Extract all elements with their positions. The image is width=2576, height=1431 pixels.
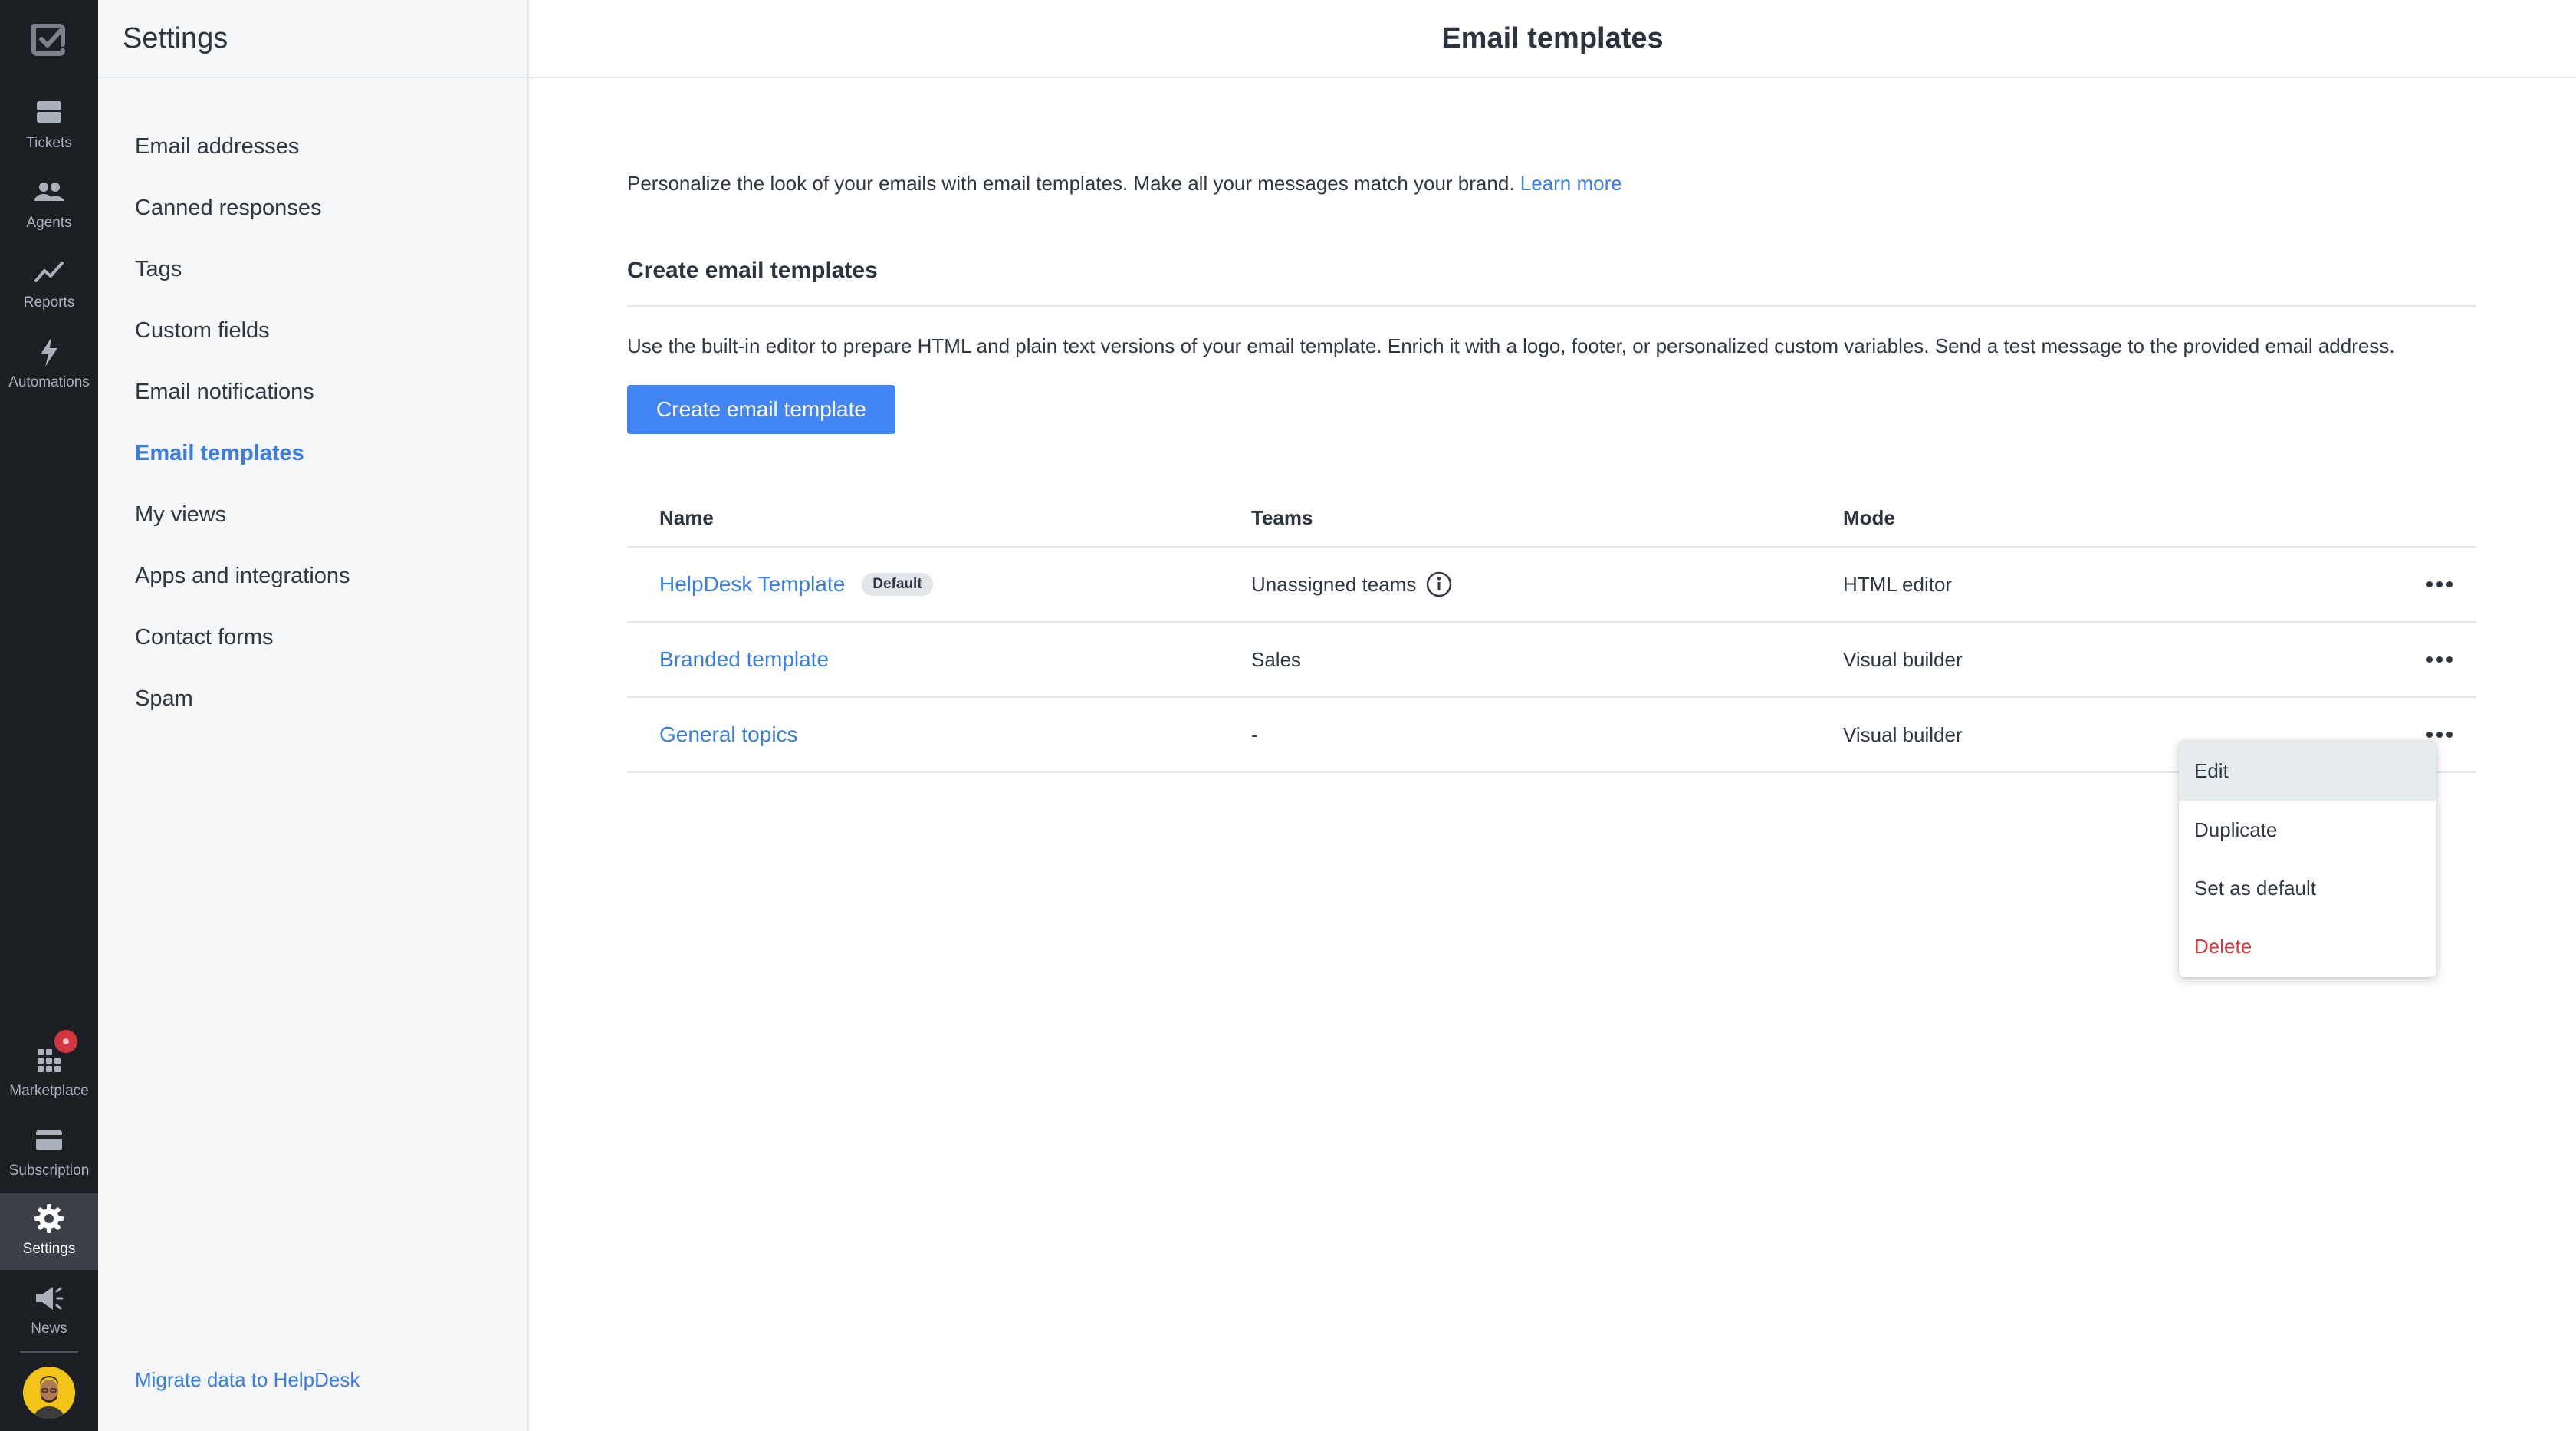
reports-icon [34,262,64,282]
rail-label-settings: Settings [22,1241,76,1257]
news-icon [36,1287,64,1310]
table-row: Branded template Sales Visual builder [627,623,2476,698]
header-mode: Mode [1843,506,1895,529]
settings-sidebar: Settings Email addresses Canned response… [98,0,529,1431]
migrate-data-link[interactable]: Migrate data to HelpDesk [135,1368,360,1392]
rail-item-agents[interactable]: Agents [0,167,98,244]
section-title: Create email templates [627,258,2476,307]
row-more-options-button[interactable] [2423,569,2456,600]
rail-label-reports: Reports [23,294,75,311]
more-horizontal-icon [2426,656,2453,663]
row-mode-cell: Visual builder [1843,623,1963,696]
row-mode-cell: HTML editor [1843,548,1952,621]
rail-label-tickets: Tickets [26,135,72,151]
settings-item-my-views[interactable]: My views [135,492,350,554]
more-horizontal-icon [2426,581,2453,587]
subscription-icon [36,1130,62,1150]
template-teams: Sales [1251,647,1302,671]
avatar-face-icon [23,1367,75,1419]
settings-item-spam[interactable]: Spam [135,676,350,738]
main-panel: Email templates Personalize the look of … [529,0,2576,1431]
template-name-link[interactable]: HelpDesk Template [659,572,845,597]
learn-more-link[interactable]: Learn more [1520,172,1622,195]
settings-item-tags[interactable]: Tags [135,247,350,308]
settings-item-email-notifications[interactable]: Email notifications [135,370,350,431]
row-teams-cell: Sales [1251,623,1301,696]
settings-nav: Email addresses Canned responses Tags Cu… [135,124,350,738]
section-description: Use the built-in editor to prepare HTML … [627,334,2395,357]
rail-label-marketplace: Marketplace [9,1083,89,1099]
intro-description: Personalize the look of your emails with… [627,172,1515,195]
settings-item-email-addresses[interactable]: Email addresses [135,124,350,186]
notification-badge [52,1028,80,1055]
table-header: Name Teams Mode [627,492,2476,548]
settings-item-contact-forms[interactable]: Contact forms [135,615,350,676]
helpdesk-logo-icon[interactable] [28,18,71,61]
menu-item-delete[interactable]: Delete [2179,917,2436,975]
user-avatar[interactable] [23,1367,75,1419]
row-mode-cell: Visual builder [1843,698,1963,771]
row-teams-cell: - [1251,698,1258,771]
row-teams-cell: Unassigned teams [1251,548,1453,621]
table-row: HelpDesk Template Default Unassigned tea… [627,548,2476,623]
templates-table: Name Teams Mode HelpDesk Template Defaul… [627,492,2476,773]
row-name-cell: Branded template [659,623,829,696]
settings-title: Settings [98,0,527,78]
template-mode: HTML editor [1843,572,1953,596]
row-name-cell: HelpDesk Template Default [659,548,933,621]
rail-item-subscription[interactable]: Subscription [0,1115,98,1192]
tickets-icon [37,101,61,123]
create-email-template-button[interactable]: Create email template [627,385,895,434]
template-mode: Visual builder [1843,722,1963,746]
menu-item-duplicate[interactable]: Duplicate [2179,801,2436,859]
rail-label-subscription: Subscription [8,1163,90,1179]
intro-text: Personalize the look of your emails with… [627,172,1622,196]
menu-item-set-as-default[interactable]: Set as default [2179,859,2436,917]
header-name[interactable]: Name [659,506,714,530]
settings-icon [34,1204,64,1233]
menu-item-edit[interactable]: Edit [2179,741,2436,801]
rail-item-tickets[interactable]: Tickets [0,87,98,164]
template-name-link[interactable]: General topics [659,722,798,747]
template-teams: Unassigned teams [1251,572,1417,596]
rail-divider [20,1351,78,1353]
default-badge: Default [862,573,933,596]
rail-item-news[interactable]: News [0,1273,98,1350]
settings-item-canned-responses[interactable]: Canned responses [135,186,350,247]
rail-label-agents: Agents [26,215,72,231]
row-more-options-button[interactable] [2423,644,2456,675]
settings-item-email-templates[interactable]: Email templates [135,431,350,492]
template-mode: Visual builder [1843,647,1963,671]
template-teams: - [1251,722,1258,746]
rail-label-news: News [31,1321,67,1337]
page-title: Email templates [529,0,2576,78]
rail-item-reports[interactable]: Reports [0,247,98,324]
automations-icon [41,337,58,367]
row-name-cell: General topics [659,698,798,771]
info-icon[interactable] [1425,571,1453,598]
app-rail: Tickets Agents Reports Automations Marke… [0,0,98,1431]
template-name-link[interactable]: Branded template [659,647,829,672]
row-actions-menu: Edit Duplicate Set as default Delete [2179,741,2436,977]
rail-label-automations: Automations [8,374,90,390]
more-horizontal-icon [2426,732,2453,738]
rail-item-marketplace[interactable]: Marketplace [0,1028,98,1112]
rail-item-automations[interactable]: Automations [0,327,98,403]
agents-icon [34,183,64,201]
rail-item-settings[interactable]: Settings [0,1193,98,1270]
settings-item-custom-fields[interactable]: Custom fields [135,308,350,370]
header-teams: Teams [1251,506,1313,529]
settings-item-apps-and-integrations[interactable]: Apps and integrations [135,554,350,615]
